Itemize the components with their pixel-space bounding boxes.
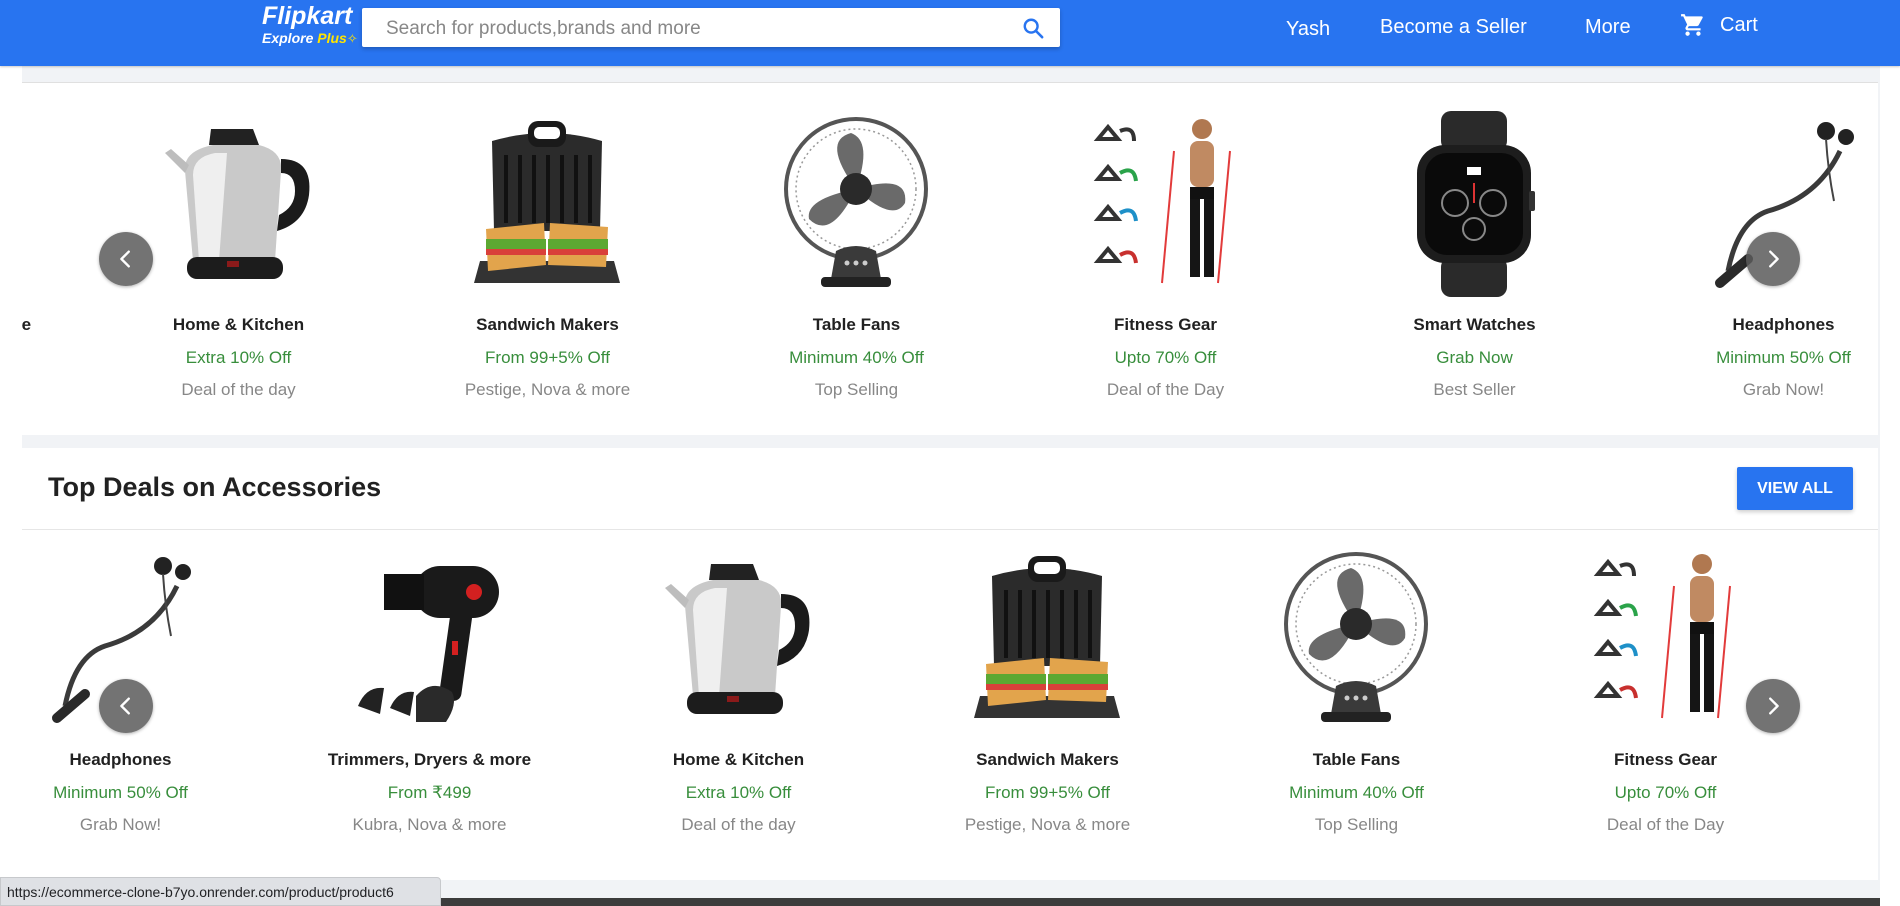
product-card-title: Smart Watches [1413,315,1536,334]
product-card-offer: Upto 70% Off [1614,783,1717,802]
search-input[interactable] [384,8,988,49]
product-card-subtitle: Best Seller [1820,815,1878,835]
product-card-sandwich-maker[interactable]: Sandwich Makers From 99+5% Off Pestige, No… [893,546,1202,836]
product-card-subtitle: Top Selling [1314,815,1399,834]
cart-label: Cart [1720,13,1758,36]
product-card-hair-dryer[interactable]: Trimmers, Dryers & more From ₹499 Kubra, N… [22,111,84,401]
chevron-right-icon [1769,250,1779,268]
kettle-image [663,546,813,732]
product-card-offer: Minimum 40% Off [789,348,924,367]
logo-sub-plus: Plus [317,30,347,46]
product-card-smart-watch[interactable]: Smart Watches Grab Now Best Seller [1820,546,1878,836]
product-card-offer: Extra 10% Off [685,783,792,802]
section-title: Top Deals on Accessories [48,472,382,502]
product-card-subtitle: Pestige, Nova & more [964,815,1131,834]
more-menu[interactable]: More [1585,16,1631,39]
hair-dryer-image [354,546,504,732]
right-edge [1880,66,1900,906]
top-deals-accessories-section: Top Deals on Accessories VIEW ALL Headph… [22,448,1878,880]
search-bar [362,8,1060,49]
product-card-subtitle: Deal of the day [681,815,796,834]
carousel-prev-button[interactable] [99,679,153,733]
product-card-offer: From ₹499 [387,783,472,802]
product-card-title: Fitness Gear [1614,750,1717,769]
product-card-offer: Grab Now [1820,783,1878,803]
chevron-right-icon [1769,697,1779,715]
product-card-kettle[interactable]: Home & Kitchen Extra 10% Off Deal of the d… [584,546,893,836]
smart-watch-image [1399,111,1549,297]
product-card-title: Trimmers, Dryers & more [22,315,32,334]
search-icon[interactable] [1022,17,1044,39]
section-header: Top Deals on Accessories VIEW ALL [22,448,1878,530]
resistance-bands-image [1090,111,1240,297]
product-card-subtitle: Grab Now! [1742,380,1825,399]
logo-sub-explore: Explore [262,30,314,46]
product-card-title: Table Fans [1312,750,1401,769]
sandwich-maker-image [472,111,622,297]
product-card-title: Headphones [69,750,172,769]
product-card-smart-watch[interactable]: Smart Watches Grab Now Best Seller [1320,111,1629,401]
product-card-subtitle: Deal of the day [181,380,296,399]
view-all-button[interactable]: VIEW ALL [1737,467,1853,510]
product-card-table-fan[interactable]: Table Fans Minimum 40% Off Top Selling [702,111,1011,401]
top-header: Flipkart Explore Plus✧ Yash Become a Sel… [0,0,1900,66]
product-card-resistance-bands[interactable]: Fitness Gear Upto 70% Off Deal of the Day [1011,111,1320,401]
product-card-sandwich-maker[interactable]: Sandwich Makers From 99+5% Off Pestige, No… [393,111,702,401]
carousel-next-button[interactable] [1746,232,1800,286]
plus-star-icon: ✧ [346,31,358,46]
logo-text: Flipkart [262,2,353,30]
browser-status-url: https://ecommerce-clone-b7yo.onrender.co… [0,877,441,906]
product-card-title: Table Fans [812,315,901,334]
flipkart-logo[interactable]: Flipkart Explore Plus✧ [262,2,358,47]
chevron-left-icon [120,697,130,715]
product-card-title: Trimmers, Dryers & more [327,750,532,769]
product-card-title: Sandwich Makers [476,315,619,334]
product-card-hair-dryer[interactable]: Trimmers, Dryers & more From ₹499 Kubra, N… [275,546,584,836]
carousel-next-button[interactable] [1746,679,1800,733]
carousel-track: Headphones Minimum 50% Off Grab Now! Trimme… [22,546,1878,846]
logo-subtitle: Explore Plus✧ [262,30,358,47]
product-card-subtitle: Kubra, Nova & more [352,815,507,834]
user-account-link[interactable]: Yash [1286,18,1330,41]
product-card-title: Sandwich Makers [976,750,1119,769]
product-card-subtitle: Best Seller [1433,380,1516,399]
product-card-table-fan[interactable]: Table Fans Minimum 40% Off Top Selling [1202,546,1511,836]
carousel-prev-button[interactable] [99,232,153,286]
product-card-subtitle: Kubra, Nova & more [22,380,84,400]
product-card-subtitle: Deal of the Day [1606,815,1725,834]
product-card-title: Home & Kitchen [672,750,805,769]
product-card-subtitle: Grab Now! [79,815,162,834]
product-card-subtitle: Pestige, Nova & more [464,380,631,399]
left-edge [0,66,22,906]
cart-button[interactable]: Cart [1680,12,1758,38]
product-card-title: Headphones [1732,315,1835,334]
deals-carousel-section: Trimmers, Dryers & more From ₹499 Kubra, N… [22,82,1878,435]
kettle-image [163,111,313,297]
product-card-offer: Extra 10% Off [185,348,292,367]
product-card-offer: Minimum 40% Off [1289,783,1424,802]
chevron-left-icon [120,250,130,268]
table-fan-image [781,111,931,297]
sandwich-maker-image [972,546,1122,732]
product-card-offer: Upto 70% Off [1114,348,1217,367]
table-fan-image [1281,546,1431,732]
product-card-title: Fitness Gear [1114,315,1217,334]
product-card-offer: Minimum 50% Off [53,783,188,802]
product-card-subtitle: Top Selling [814,380,899,399]
product-card-offer: From 99+5% Off [985,783,1110,802]
product-card-title: Home & Kitchen [172,315,305,334]
become-seller-link[interactable]: Become a Seller [1380,16,1527,39]
product-card-offer: Minimum 50% Off [1716,348,1851,367]
product-card-offer: Grab Now [1436,348,1513,367]
bottom-edge [441,898,1880,906]
carousel-track: Trimmers, Dryers & more From ₹499 Kubra, N… [22,111,1878,411]
cart-icon [1681,14,1703,36]
resistance-bands-image [1590,546,1740,732]
product-card-offer: From ₹499 [22,348,84,368]
product-card-title: Smart Watches [1820,750,1878,770]
product-card-subtitle: Deal of the Day [1106,380,1225,399]
product-card-offer: From 99+5% Off [485,348,610,367]
